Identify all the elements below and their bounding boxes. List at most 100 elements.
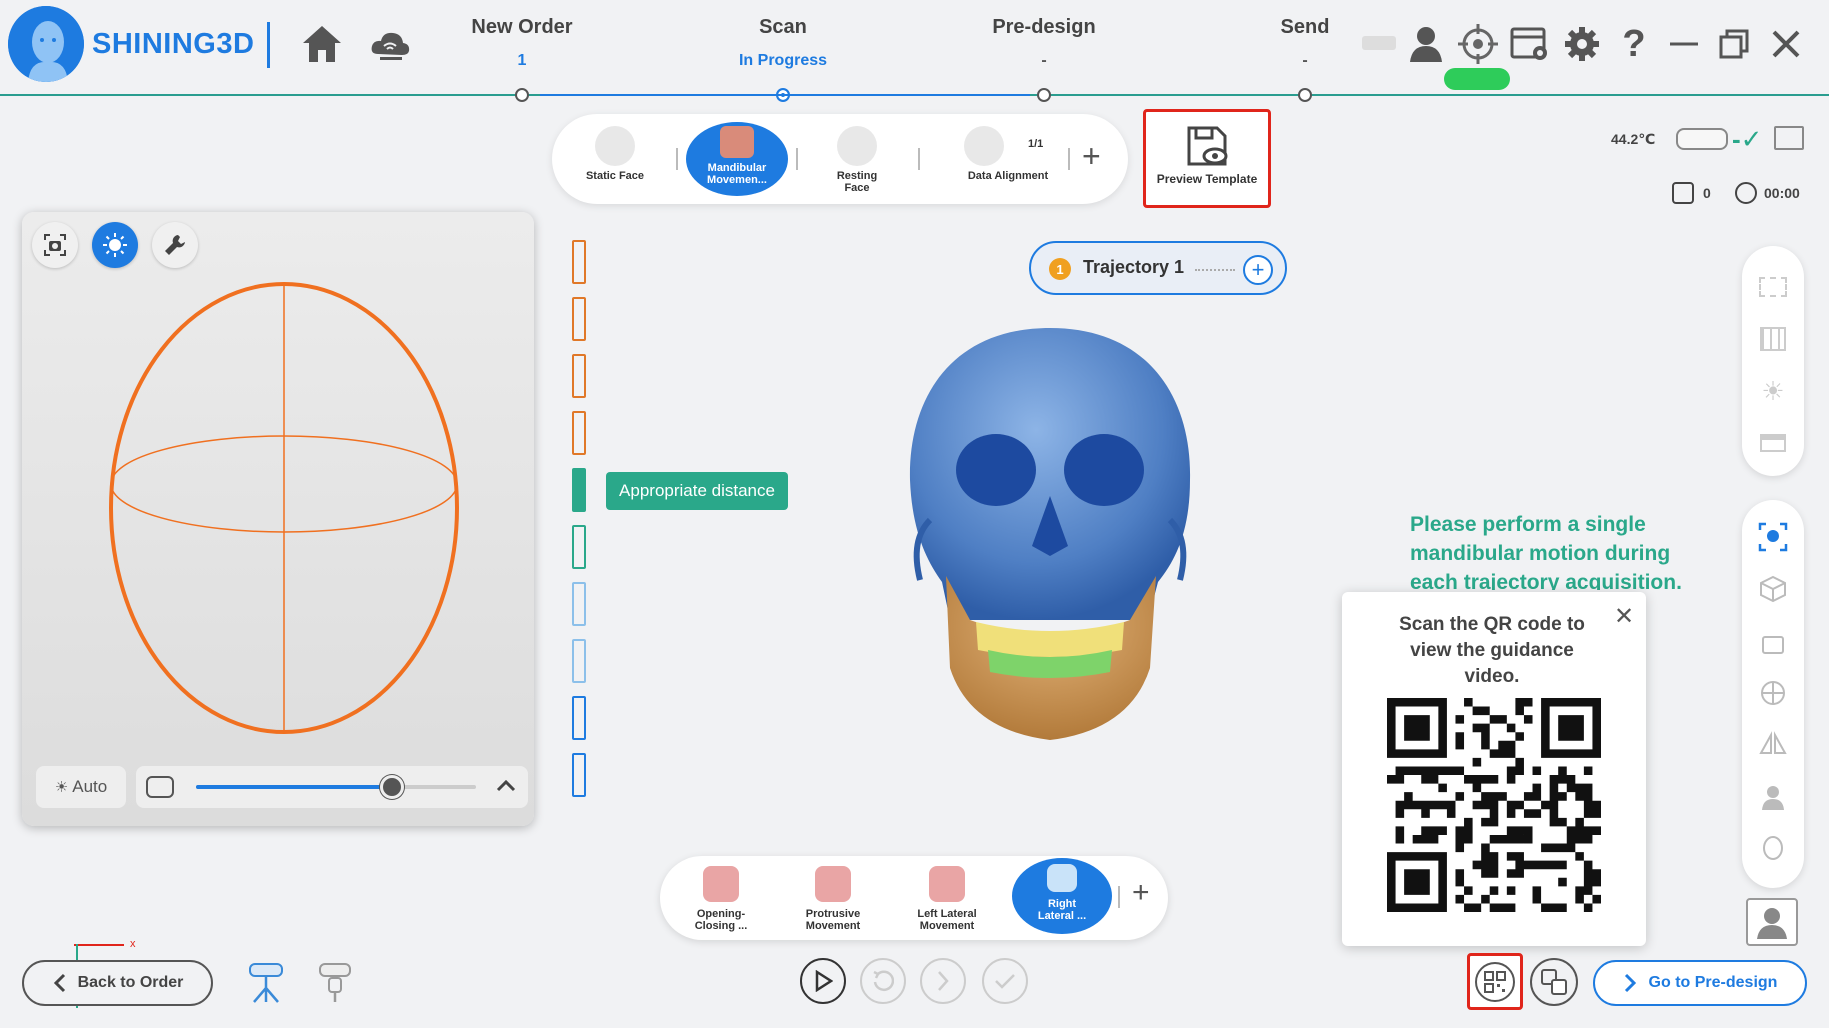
undo-button[interactable] (860, 958, 906, 1004)
progress-active-segment (540, 94, 1030, 96)
preview-template-button[interactable]: Preview Template (1143, 109, 1271, 208)
head-outline-icon[interactable] (1758, 834, 1788, 864)
compare-button[interactable] (1530, 958, 1578, 1006)
temperature-readout: 44.2℃ (1611, 131, 1656, 147)
frame-counter: 0 (1703, 185, 1711, 201)
chevron-right-icon (1624, 973, 1636, 993)
axis-x-label: x (130, 938, 136, 950)
restore-icon[interactable] (1712, 22, 1756, 66)
step-pre-design-status: - (1041, 52, 1047, 69)
frame-counter-icon (1672, 182, 1694, 204)
distance-tooltip: Appropriate distance (606, 472, 788, 510)
qr-icon (1475, 961, 1515, 1002)
timer-icon (1735, 182, 1757, 204)
right-lateral-icon (1047, 864, 1077, 892)
mode-resting-face[interactable]: Resting Face (806, 122, 908, 200)
motion-right-lateral[interactable]: Right Lateral ... (1012, 858, 1112, 934)
undo-icon (873, 970, 894, 991)
image-settings-icon[interactable] (1508, 22, 1552, 66)
device-status-badge (1444, 68, 1510, 90)
mirror-icon[interactable] (1758, 730, 1788, 760)
add-mode-button[interactable]: + (1082, 138, 1101, 175)
distance-bar (572, 411, 586, 455)
motion-type-bar: Opening-Closing ... Protrusive Movement … (660, 856, 1168, 940)
mandibular-movement-icon (720, 126, 754, 158)
avatar-view-button[interactable] (1746, 898, 1798, 946)
texture-icon[interactable] (1758, 272, 1788, 302)
protrusive-icon (815, 866, 851, 902)
left-lateral-icon (929, 866, 965, 902)
camera-preview-panel: ☀ Auto (22, 212, 534, 826)
minimize-icon[interactable] (1662, 22, 1706, 66)
axis-x-indicator (74, 944, 124, 946)
play-button[interactable] (800, 958, 846, 1004)
progress-node-send[interactable] (1298, 88, 1312, 102)
step-scan-status: In Progress (738, 52, 828, 69)
progress-node-pre-design[interactable] (1037, 88, 1051, 102)
distance-bar (572, 582, 586, 626)
brand-divider (267, 22, 270, 68)
trajectory-tab[interactable]: 1 Trajectory 1 + (1029, 241, 1287, 295)
exposure-track[interactable] (196, 775, 476, 799)
progress-node-new-order[interactable] (515, 88, 529, 102)
home-icon[interactable] (300, 22, 344, 66)
network-icon[interactable] (1758, 678, 1788, 708)
exposure-control (136, 766, 528, 808)
gear-icon[interactable] (1560, 22, 1604, 66)
mode-mandibular-movement[interactable]: Mandibular Movemen... (686, 122, 788, 196)
mode-static-face[interactable]: Static Face (564, 122, 666, 200)
step-new-order: New Order (471, 16, 573, 38)
skull-3d-model[interactable] (890, 320, 1210, 760)
add-trajectory-button[interactable]: + (1243, 255, 1273, 285)
crosshair-icon[interactable] (1456, 22, 1500, 66)
chevron-right-icon (938, 971, 949, 991)
chevron-up-icon[interactable] (494, 774, 518, 803)
compare-icon (1541, 969, 1567, 995)
head-guide-overlay (109, 282, 459, 734)
motion-instruction: Please perform a single mandibular motio… (1410, 513, 1682, 590)
side-tools-top: ☀ (1742, 246, 1804, 476)
distance-bar (572, 240, 586, 284)
motion-protrusive[interactable]: Protrusive Movement (786, 862, 880, 932)
connected-check-icon: -✓ (1732, 124, 1763, 154)
user-icon[interactable] (1404, 22, 1448, 66)
scan-mode-bar: Static Face Mandibular Movemen... Restin… (552, 114, 1128, 204)
user-name-tag (1362, 36, 1396, 50)
cube-icon[interactable] (1758, 574, 1788, 604)
scan-area-icon[interactable] (1758, 428, 1788, 458)
scanner-tripod-icon[interactable] (248, 962, 284, 1004)
next-button[interactable] (920, 958, 966, 1004)
step-pre-design: Pre-design (992, 16, 1096, 38)
add-motion-button[interactable]: + (1132, 876, 1150, 910)
scanner-device-icon (1676, 128, 1728, 150)
exposure-fill (196, 785, 392, 789)
exposure-slider-thumb[interactable] (380, 775, 404, 799)
distance-bar (572, 525, 586, 569)
qr-code-image (1387, 698, 1601, 912)
motion-opening-closing[interactable]: Opening-Closing ... (674, 862, 768, 932)
cloud-wifi-icon[interactable] (368, 22, 412, 66)
grid-icon[interactable] (1758, 324, 1788, 354)
distance-bar-current (572, 468, 586, 512)
back-to-order-button[interactable]: Back to Order (22, 960, 213, 1006)
face-scan-icon[interactable] (1758, 522, 1788, 552)
lock-person-icon[interactable] (1758, 626, 1788, 656)
scanner-mount-icon[interactable] (318, 962, 352, 1004)
close-icon[interactable] (1764, 22, 1808, 66)
distance-bar (572, 696, 586, 740)
confirm-button[interactable] (982, 958, 1028, 1004)
chevron-left-icon (53, 973, 65, 993)
qr-close-icon[interactable]: ✕ (1614, 602, 1634, 631)
light-icon[interactable]: ☀ (1758, 376, 1788, 406)
motion-left-lateral[interactable]: Left Lateral Movement (900, 862, 994, 932)
brand-name: SHINING3D (92, 28, 255, 60)
go-to-pre-design-button[interactable]: Go to Pre-design (1593, 960, 1807, 1006)
mode-data-alignment[interactable]: 1/1 Data Alignment (938, 122, 1078, 200)
qr-code-button[interactable] (1467, 953, 1523, 1010)
help-icon[interactable]: ? (1612, 22, 1656, 66)
distance-bar (572, 354, 586, 398)
resting-face-icon (837, 126, 877, 166)
person-icon[interactable] (1758, 782, 1788, 812)
auto-exposure-button[interactable]: ☀ Auto (36, 766, 126, 808)
distance-bar (572, 297, 586, 341)
